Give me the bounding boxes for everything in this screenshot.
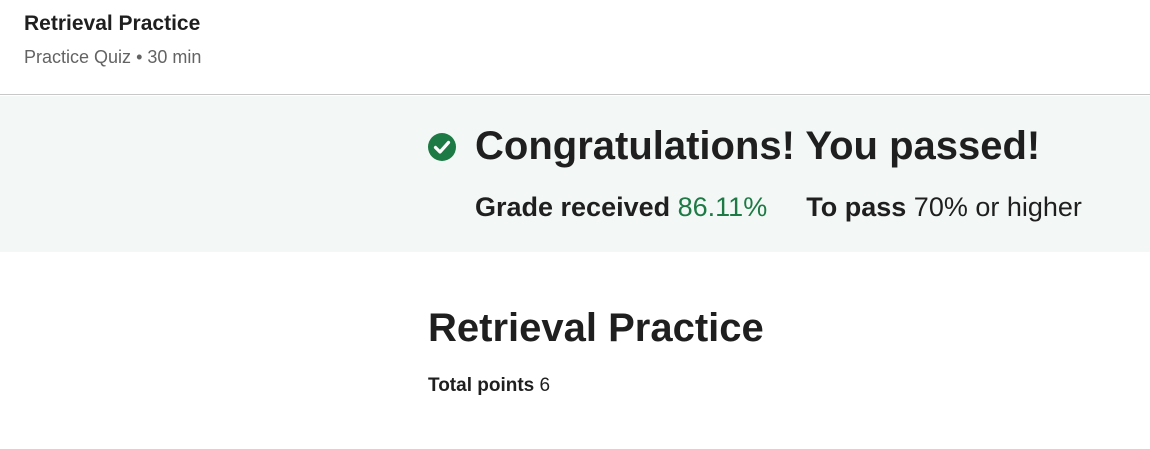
total-points-label: Total points xyxy=(428,375,535,396)
assignment-meta: Practice Quiz • 30 min xyxy=(24,47,201,68)
check-circle-icon xyxy=(428,133,456,161)
to-pass-value: 70% or higher xyxy=(913,192,1082,222)
to-pass-label: To pass xyxy=(806,192,907,222)
assignment-duration: 30 min xyxy=(147,47,202,67)
result-banner xyxy=(0,96,1150,252)
assignment-type: Practice Quiz xyxy=(24,47,132,67)
total-points-value: 6 xyxy=(539,375,551,396)
meta-separator: • xyxy=(136,47,143,67)
grade-summary: Grade received 86.11% To pass 70% or hig… xyxy=(475,192,1082,223)
grade-received-value: 86.11% xyxy=(677,192,768,222)
total-points: Total points 6 xyxy=(428,375,550,397)
page-header: Retrieval Practice Practice Quiz • 30 mi… xyxy=(0,0,1150,95)
assignment-title: Retrieval Practice xyxy=(428,306,764,350)
assignment-header-title: Retrieval Practice xyxy=(24,12,201,35)
pass-message: Congratulations! You passed! xyxy=(475,124,1041,168)
grade-received-label: Grade received xyxy=(475,192,671,222)
